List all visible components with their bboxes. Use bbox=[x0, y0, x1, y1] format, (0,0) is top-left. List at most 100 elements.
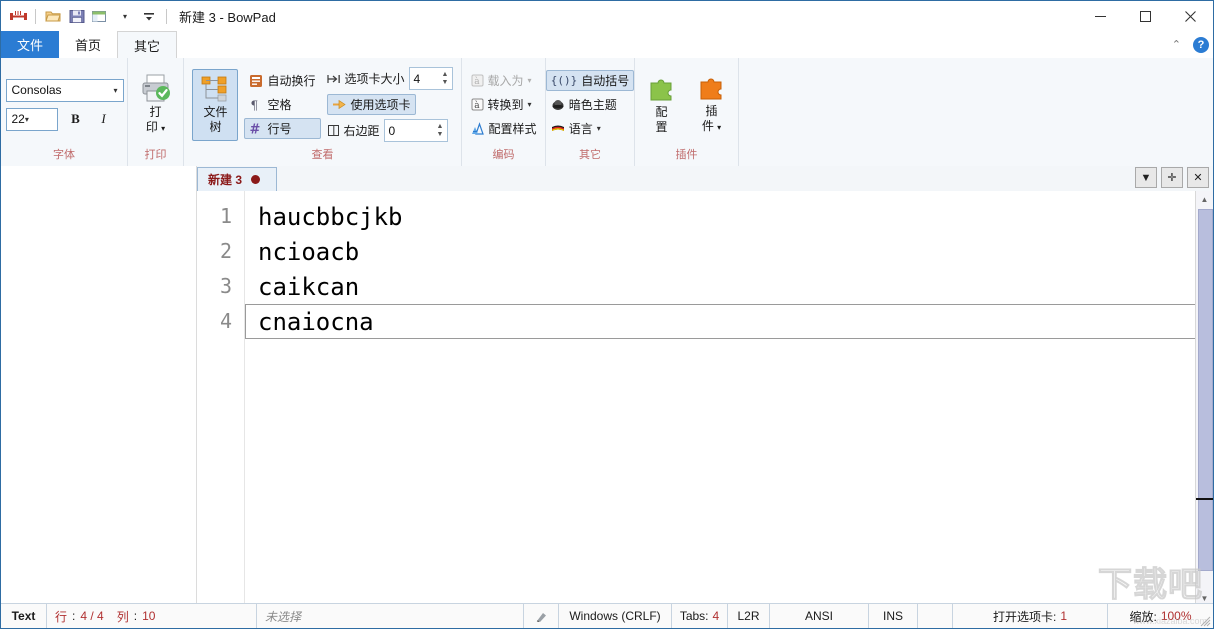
code-line[interactable]: haucbbcjkb bbox=[245, 199, 1213, 234]
status-tabs[interactable]: Tabs: 4 bbox=[672, 604, 728, 628]
app-logo-icon[interactable] bbox=[7, 5, 29, 27]
italic-button[interactable]: I bbox=[94, 109, 114, 129]
title-bar: ▾ 新建 3 - BowPad bbox=[1, 1, 1213, 31]
printer-icon bbox=[140, 73, 172, 103]
group-label-other: 其它 bbox=[579, 149, 601, 161]
ribbon-group-view: 文件树 自动换行 ¶ 空格 # 行号 选项卡大小 4 ▲ ▼ 使用选项卡 右边距… bbox=[184, 58, 462, 166]
load-as-label: 载入为 bbox=[487, 74, 524, 88]
style-config-button[interactable]: 配置样式 bbox=[466, 118, 542, 139]
status-encoding[interactable]: ANSI bbox=[770, 604, 869, 628]
ribbon-tab-other[interactable]: 其它 bbox=[117, 31, 178, 59]
close-tab-button[interactable]: ✕ bbox=[1187, 167, 1209, 188]
vertical-scrollbar[interactable]: ▲ ▼ bbox=[1195, 191, 1213, 606]
ribbon-group-print: 打印 ▾ 打印 bbox=[128, 58, 184, 166]
svg-text:à: à bbox=[474, 76, 480, 87]
close-button[interactable] bbox=[1168, 1, 1213, 31]
status-caret-position: 行: 4 / 4 列: 10 bbox=[47, 604, 257, 628]
status-spellcheck-icon[interactable] bbox=[524, 604, 559, 628]
status-direction[interactable]: L2R bbox=[728, 604, 770, 628]
font-family-combo[interactable]: Consolas ▾ bbox=[5, 78, 124, 102]
dark-theme-toggle[interactable]: 暗色主题 bbox=[546, 94, 635, 115]
plugins-button[interactable]: 插件 ▾ bbox=[689, 70, 735, 139]
auto-brackets-toggle[interactable]: {()} 自动括号 bbox=[545, 70, 635, 91]
print-button[interactable]: 打印 ▾ bbox=[133, 69, 179, 140]
status-open-tabs: 打开选项卡: 1 bbox=[953, 604, 1108, 628]
tab-size-icon bbox=[326, 72, 341, 86]
ribbon-group-other: {()} 自动括号 暗色主题 语言 ▾ 其它 bbox=[545, 58, 635, 166]
svg-text:à: à bbox=[474, 100, 480, 111]
line-number: 3 bbox=[219, 274, 232, 298]
right-margin-stepper[interactable]: 0 ▲ ▼ bbox=[383, 119, 448, 142]
code-lines[interactable]: haucbbcjkb ncioacb caikcan cnaiocna bbox=[245, 191, 1213, 606]
convert-to-label: 转换到 bbox=[487, 98, 524, 112]
line-number: 2 bbox=[219, 239, 232, 263]
whitespace-icon: ¶ bbox=[249, 98, 263, 112]
chevron-down-icon: ▾ bbox=[527, 100, 532, 109]
chevron-down-icon: ▾ bbox=[161, 124, 166, 133]
code-line[interactable]: ncioacb bbox=[245, 234, 1213, 269]
maximize-button[interactable] bbox=[1123, 1, 1168, 31]
plugins-label: 插件 ▾ bbox=[701, 104, 722, 133]
qat-separator-2 bbox=[166, 8, 167, 24]
code-line[interactable]: caikcan bbox=[245, 269, 1213, 304]
convert-to-icon: à bbox=[471, 98, 484, 111]
stepper-arrows-icon[interactable]: ▲ ▼ bbox=[434, 120, 447, 141]
document-tab[interactable]: 新建 3 bbox=[197, 167, 277, 191]
tab-list-button[interactable]: ▼ bbox=[1135, 167, 1157, 188]
ribbon-tab-home[interactable]: 首页 bbox=[59, 31, 117, 58]
encoding-column: à 载入为 ▾ à 转换到 ▾ 配置样式 bbox=[466, 70, 542, 139]
new-tab-button[interactable]: ✛ bbox=[1161, 167, 1183, 188]
status-col-value: 10 bbox=[142, 609, 156, 623]
use-tabs-toggle[interactable]: 使用选项卡 bbox=[326, 94, 416, 115]
whitespace-toggle[interactable]: ¶ 空格 bbox=[244, 94, 320, 115]
status-col-colon: : bbox=[133, 609, 138, 623]
document-tab-strip: 新建 3 ▼ ✛ ✕ bbox=[197, 166, 1213, 192]
qat-separator-1 bbox=[35, 8, 36, 24]
load-as-button[interactable]: à 载入为 ▾ bbox=[466, 70, 542, 91]
chevron-down-icon: ▾ bbox=[596, 124, 601, 133]
wordwrap-toggle[interactable]: 自动换行 bbox=[244, 70, 320, 91]
tab-size-stepper[interactable]: 4 ▲ ▼ bbox=[408, 67, 453, 90]
status-doctype[interactable]: Text bbox=[1, 604, 47, 628]
save-icon[interactable] bbox=[66, 5, 88, 27]
code-area: 1 2 3 4 haucbbcjkb ncioacb caikcan cnaio… bbox=[197, 191, 1213, 606]
puzzle-green-icon bbox=[647, 75, 677, 103]
status-eol[interactable]: Windows (CRLF) bbox=[559, 604, 672, 628]
scroll-up-icon[interactable]: ▲ bbox=[1196, 191, 1213, 207]
ribbon-filler bbox=[739, 58, 1213, 166]
collapse-ribbon-icon[interactable]: ⌃ bbox=[1168, 38, 1185, 51]
line-number: 1 bbox=[219, 204, 232, 228]
stepper-arrows-icon[interactable]: ▲ ▼ bbox=[439, 68, 452, 89]
plugin-config-button[interactable]: 配置 bbox=[639, 71, 685, 139]
linenumbers-icon: # bbox=[249, 122, 263, 136]
code-line-current[interactable]: cnaiocna bbox=[245, 304, 1203, 339]
ribbon-tab-file[interactable]: 文件 bbox=[1, 31, 60, 58]
open-file-icon[interactable] bbox=[42, 5, 64, 27]
status-zoom-label: 缩放: bbox=[1129, 609, 1157, 624]
convert-to-button[interactable]: à 转换到 ▾ bbox=[466, 94, 542, 115]
editor-panel: 新建 3 ▼ ✛ ✕ 1 2 3 4 haucbbcjkb ncioacb ca… bbox=[197, 166, 1213, 606]
language-button[interactable]: 语言 ▾ bbox=[546, 118, 635, 139]
filetree-button[interactable]: 文件树 bbox=[192, 68, 239, 141]
status-row-colon: : bbox=[72, 609, 76, 623]
bold-button[interactable]: B bbox=[66, 109, 86, 129]
window-title: 新建 3 - BowPad bbox=[179, 9, 276, 25]
window-view-icon[interactable] bbox=[90, 5, 112, 27]
status-zoom[interactable]: 缩放: 100% bbox=[1108, 604, 1213, 628]
modified-indicator-icon bbox=[251, 175, 261, 184]
group-label-plugins: 插件 bbox=[675, 149, 698, 161]
scrollbar-position-marker bbox=[1196, 498, 1213, 500]
linenumbers-toggle[interactable]: # 行号 bbox=[244, 118, 321, 139]
status-tabs-value: 4 bbox=[712, 609, 720, 623]
scrollbar-thumb[interactable] bbox=[1198, 209, 1213, 571]
minimize-button[interactable] bbox=[1078, 1, 1123, 31]
help-icon[interactable]: ? bbox=[1193, 36, 1209, 53]
file-tree-panel[interactable] bbox=[1, 166, 197, 606]
print-label: 打印 ▾ bbox=[145, 105, 166, 134]
font-size-value: 22 bbox=[11, 112, 25, 126]
status-insert-mode[interactable]: INS bbox=[869, 604, 918, 628]
qat-dropdown-icon[interactable]: ▾ bbox=[114, 5, 136, 27]
font-size-combo[interactable]: 22 ▾ bbox=[5, 107, 58, 131]
line-number: 4 bbox=[219, 309, 232, 333]
qat-overflow-icon[interactable] bbox=[138, 5, 160, 27]
